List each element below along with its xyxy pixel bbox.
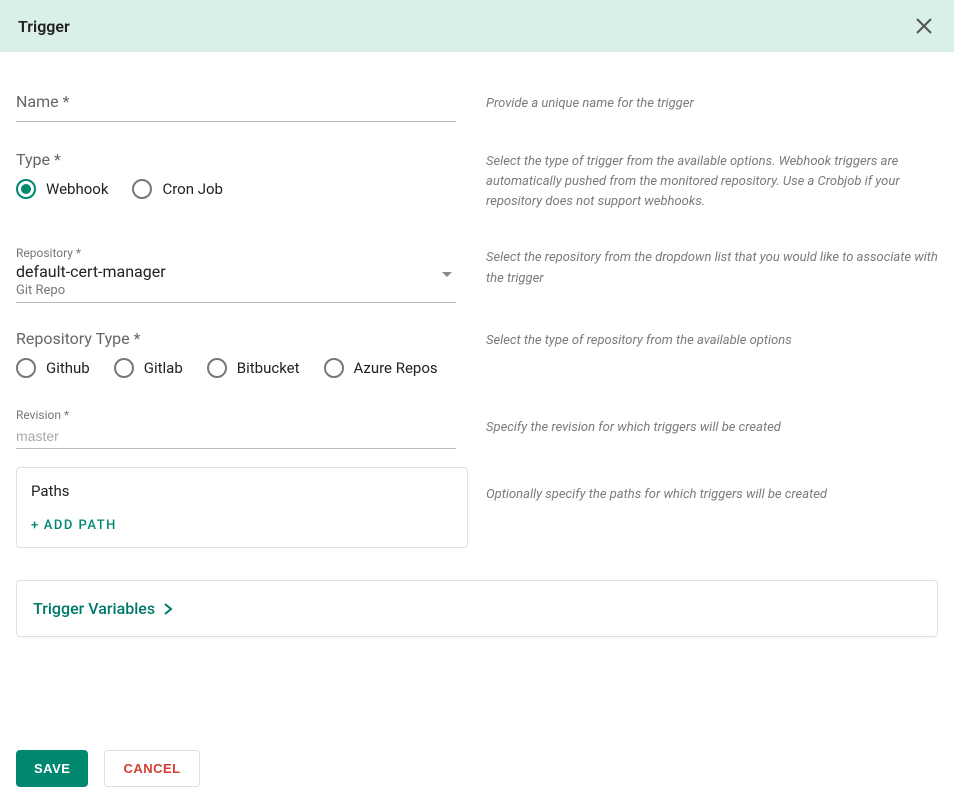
- radio-github[interactable]: Github: [16, 358, 90, 378]
- radio-icon: [324, 358, 344, 378]
- revision-input[interactable]: [16, 424, 456, 449]
- radio-azure-repos[interactable]: Azure Repos: [324, 358, 438, 378]
- add-path-label: ADD PATH: [44, 518, 117, 533]
- close-button[interactable]: [912, 14, 936, 38]
- paths-title: Paths: [31, 482, 453, 500]
- dialog-footer: SAVE CANCEL: [16, 750, 200, 787]
- radio-label: Gitlab: [144, 359, 183, 377]
- radio-label: Github: [46, 359, 90, 377]
- radio-webhook[interactable]: Webhook: [16, 179, 108, 199]
- cancel-button[interactable]: CANCEL: [104, 750, 199, 787]
- trigger-variables-label: Trigger Variables: [33, 599, 155, 618]
- paths-hint: Optionally specify the paths for which t…: [486, 467, 938, 505]
- repository-subvalue: Git Repo: [16, 283, 456, 298]
- radio-icon: [16, 179, 36, 199]
- radio-bitbucket[interactable]: Bitbucket: [207, 358, 300, 378]
- row-paths: Paths + ADD PATH Optionally specify the …: [16, 467, 938, 548]
- row-type: Type * Webhook Cron Job Select the type …: [16, 150, 938, 212]
- row-repository: Repository * default-cert-manager Git Re…: [16, 246, 938, 303]
- dialog-title: Trigger: [18, 17, 70, 36]
- radio-icon: [132, 179, 152, 199]
- type-label: Type *: [16, 150, 456, 169]
- plus-icon: +: [31, 518, 40, 533]
- dialog-header: Trigger: [0, 0, 954, 52]
- revision-label: Revision *: [16, 408, 456, 422]
- type-hint: Select the type of trigger from the avai…: [486, 150, 938, 212]
- add-path-button[interactable]: + ADD PATH: [31, 518, 117, 533]
- save-button[interactable]: SAVE: [16, 750, 88, 787]
- repository-hint: Select the repository from the dropdown …: [486, 246, 938, 288]
- repo-type-hint: Select the type of repository from the a…: [486, 329, 938, 351]
- chevron-down-icon: [442, 272, 452, 277]
- chevron-right-icon: [163, 602, 173, 616]
- radio-icon: [114, 358, 134, 378]
- radio-label: Bitbucket: [237, 359, 300, 377]
- repository-select[interactable]: default-cert-manager Git Repo: [16, 262, 456, 303]
- name-hint: Provide a unique name for the trigger: [486, 92, 938, 114]
- radio-cron-job[interactable]: Cron Job: [132, 179, 223, 199]
- radio-label: Cron Job: [162, 180, 223, 198]
- close-icon: [915, 17, 933, 35]
- row-repo-type: Repository Type * Github Gitlab Bitbucke…: [16, 329, 938, 378]
- dialog-body: Name * Provide a unique name for the tri…: [0, 52, 954, 637]
- radio-gitlab[interactable]: Gitlab: [114, 358, 183, 378]
- radio-label: Azure Repos: [354, 359, 438, 377]
- radio-label: Webhook: [46, 180, 108, 198]
- repo-type-label: Repository Type *: [16, 329, 456, 348]
- paths-card: Paths + ADD PATH: [16, 467, 468, 548]
- trigger-variables-section[interactable]: Trigger Variables: [16, 580, 938, 637]
- row-revision: Revision * Specify the revision for whic…: [16, 408, 938, 449]
- revision-hint: Specify the revision for which triggers …: [486, 408, 938, 438]
- radio-icon: [207, 358, 227, 378]
- repository-value: default-cert-manager: [16, 262, 456, 281]
- repository-label: Repository *: [16, 246, 456, 260]
- name-input[interactable]: [16, 121, 456, 122]
- row-name: Name * Provide a unique name for the tri…: [16, 92, 938, 122]
- name-label: Name *: [16, 92, 456, 111]
- radio-icon: [16, 358, 36, 378]
